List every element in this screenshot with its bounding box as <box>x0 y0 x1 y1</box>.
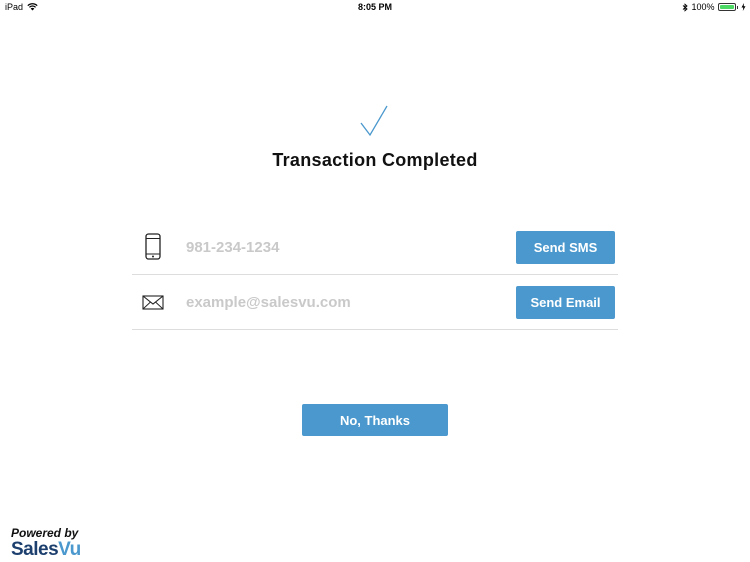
charging-icon <box>741 3 746 11</box>
email-row: Send Email <box>132 275 618 330</box>
sms-row: Send SMS <box>132 220 618 275</box>
checkmark-icon <box>360 105 388 137</box>
battery-icon <box>717 3 736 11</box>
status-bar: iPad 8:05 PM 100% <box>0 0 750 14</box>
bluetooth-icon <box>683 2 689 12</box>
status-time: 8:05 PM <box>357 2 392 12</box>
send-email-button[interactable]: Send Email <box>516 286 615 319</box>
powered-by-logo: Powered by SalesVu <box>11 527 81 560</box>
battery-tip <box>736 5 738 9</box>
phone-input[interactable] <box>186 234 486 260</box>
status-right: 100% <box>682 2 746 12</box>
page-title: Transaction Completed <box>272 150 478 170</box>
battery-percent: 100% <box>691 2 715 12</box>
brand-name-part2: Vu <box>58 539 81 560</box>
send-sms-button[interactable]: Send SMS <box>516 231 615 264</box>
phone-icon <box>145 233 161 260</box>
email-input[interactable] <box>186 289 486 315</box>
envelope-icon <box>142 295 164 310</box>
battery-fill <box>719 5 734 9</box>
brand-name-part1: Sales <box>11 539 59 560</box>
no-thanks-button[interactable]: No, Thanks <box>302 404 448 436</box>
brand-logo: SalesVu <box>11 540 81 560</box>
